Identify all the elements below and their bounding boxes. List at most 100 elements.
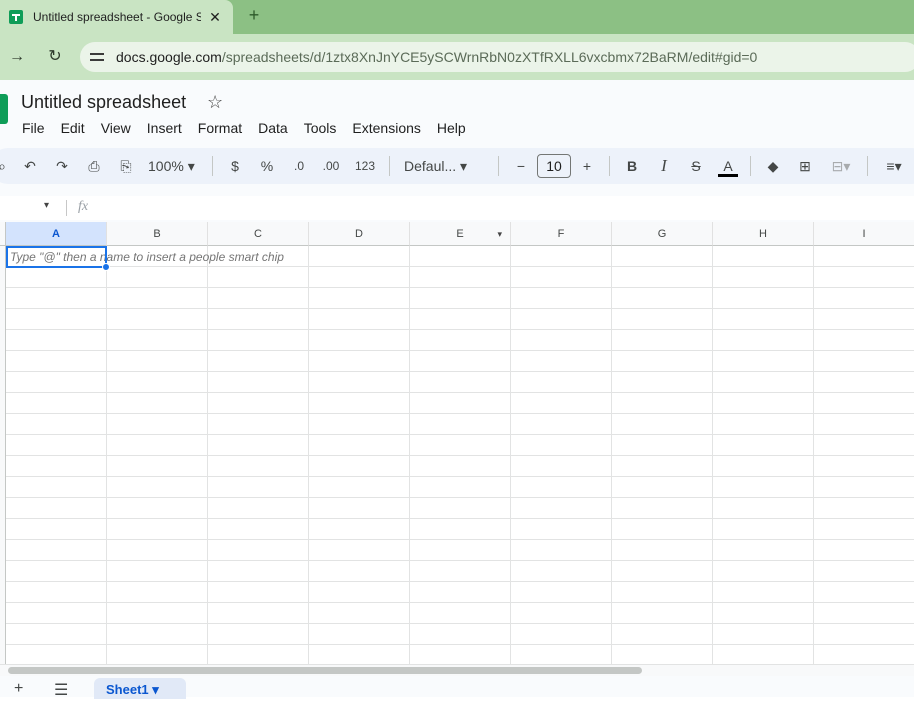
row-header[interactable] xyxy=(0,624,6,645)
toolbar-divider xyxy=(750,156,751,176)
strikethrough-button[interactable]: S xyxy=(680,152,712,180)
column-header-c[interactable]: C xyxy=(208,222,309,246)
chevron-down-icon: ▾ xyxy=(843,158,851,174)
menu-insert[interactable]: Insert xyxy=(139,118,190,138)
menu-edit[interactable]: Edit xyxy=(53,118,93,138)
star-icon[interactable]: ☆ xyxy=(207,92,223,113)
row-header[interactable] xyxy=(0,309,6,330)
column-gridline xyxy=(106,246,107,664)
row-header[interactable] xyxy=(0,288,6,309)
sheets-logo-icon[interactable] xyxy=(0,94,8,124)
column-gridline xyxy=(813,246,814,664)
browser-tab[interactable]: Untitled spreadsheet - Google S ✕ xyxy=(0,0,233,34)
column-header-b[interactable]: B xyxy=(107,222,208,246)
add-sheet-button[interactable]: + xyxy=(14,680,23,698)
tab-close-icon[interactable]: ✕ xyxy=(207,9,223,26)
fill-handle[interactable] xyxy=(102,263,110,271)
bold-button[interactable]: B xyxy=(616,152,648,180)
row-header[interactable] xyxy=(0,351,6,372)
reload-icon[interactable]: ↻ xyxy=(44,46,66,68)
text-color-button[interactable]: A xyxy=(712,152,744,180)
row-header[interactable] xyxy=(0,435,6,456)
row-header[interactable] xyxy=(0,603,6,624)
spreadsheet-grid[interactable]: A B C D E ▾ F G H I Type "@" then a name … xyxy=(0,222,914,666)
table-row xyxy=(0,267,914,288)
font-family-select[interactable]: Defaul... ▾ xyxy=(396,152,492,180)
new-tab-button[interactable]: + xyxy=(244,5,264,25)
menu-extensions[interactable]: Extensions xyxy=(344,118,428,138)
row-header[interactable] xyxy=(0,540,6,561)
column-gridline xyxy=(308,246,309,664)
decrease-font-size-button[interactable]: − xyxy=(505,152,537,180)
site-info-icon[interactable] xyxy=(88,48,106,66)
url-text[interactable]: docs.google.com/spreadsheets/d/1ztx8XnJn… xyxy=(116,49,757,65)
row-header[interactable] xyxy=(0,498,6,519)
font-family-value: Defaul... xyxy=(404,158,457,174)
search-menus-icon[interactable]: ⌕ xyxy=(0,152,14,180)
table-row xyxy=(0,498,914,519)
menu-help[interactable]: Help xyxy=(429,118,474,138)
table-row xyxy=(0,309,914,330)
column-header-h[interactable]: H xyxy=(713,222,814,246)
row-header[interactable] xyxy=(0,393,6,414)
menu-file[interactable]: File xyxy=(14,118,53,138)
formula-bar: ▾ fx xyxy=(0,196,914,220)
scrollbar-thumb[interactable] xyxy=(8,667,642,674)
document-title[interactable]: Untitled spreadsheet xyxy=(21,92,186,113)
column-header-i[interactable]: I xyxy=(814,222,914,246)
row-header[interactable] xyxy=(0,519,6,540)
menu-tools[interactable]: Tools xyxy=(296,118,345,138)
merge-cells-icon[interactable]: ⊟▾ xyxy=(821,152,861,180)
name-box-dropdown-icon[interactable]: ▾ xyxy=(44,200,49,211)
row-header[interactable] xyxy=(0,645,6,666)
row-header[interactable] xyxy=(0,372,6,393)
fill-color-icon[interactable]: ◆ xyxy=(757,152,789,180)
undo-icon[interactable]: ↶ xyxy=(14,152,46,180)
column-header-f[interactable]: F xyxy=(511,222,612,246)
column-header-d[interactable]: D xyxy=(309,222,410,246)
column-gridline xyxy=(611,246,612,664)
row-header[interactable] xyxy=(0,456,6,477)
column-header-g[interactable]: G xyxy=(612,222,713,246)
menu-format[interactable]: Format xyxy=(190,118,250,138)
more-formats-button[interactable]: 123 xyxy=(347,152,383,180)
column-gridline xyxy=(510,246,511,664)
zoom-select[interactable]: 100% ▾ xyxy=(142,152,206,180)
paint-format-icon[interactable]: ⎘ xyxy=(110,152,142,180)
percent-format-button[interactable]: % xyxy=(251,152,283,180)
horizontal-align-icon[interactable]: ≡▾ xyxy=(874,152,914,180)
menu-view[interactable]: View xyxy=(93,118,139,138)
all-sheets-icon[interactable]: ☰ xyxy=(54,680,68,700)
print-icon[interactable]: ⎙ xyxy=(78,152,110,180)
column-header-a[interactable]: A xyxy=(6,222,107,246)
row-header[interactable] xyxy=(0,330,6,351)
active-cell-a1[interactable] xyxy=(6,246,107,268)
table-row xyxy=(0,624,914,645)
row-header[interactable] xyxy=(0,267,6,288)
currency-format-button[interactable]: $ xyxy=(219,152,251,180)
chevron-down-icon[interactable]: ▾ xyxy=(152,682,159,697)
horizontal-scrollbar[interactable] xyxy=(0,664,914,676)
increase-decimal-button[interactable]: .00 xyxy=(315,152,347,180)
borders-icon[interactable]: ⊞ xyxy=(789,152,821,180)
sheet-tab-sheet1[interactable]: Sheet1 ▾ xyxy=(94,678,186,699)
decrease-decimal-button[interactable]: .0 xyxy=(283,152,315,180)
italic-button[interactable]: I xyxy=(648,152,680,180)
forward-arrow-icon[interactable]: → xyxy=(6,46,28,68)
font-size-input[interactable]: 10 xyxy=(537,154,571,178)
menu-data[interactable]: Data xyxy=(250,118,296,138)
redo-icon[interactable]: ↷ xyxy=(46,152,78,180)
fx-icon: fx xyxy=(78,199,89,214)
table-row xyxy=(0,330,914,351)
column-header-e[interactable]: E ▾ xyxy=(410,222,511,246)
row-header[interactable] xyxy=(0,561,6,582)
chevron-down-icon: ▾ xyxy=(460,158,468,174)
url-bar[interactable]: docs.google.com/spreadsheets/d/1ztx8XnJn… xyxy=(80,42,914,72)
increase-font-size-button[interactable]: + xyxy=(571,152,603,180)
row-header[interactable] xyxy=(0,477,6,498)
row-header[interactable] xyxy=(0,414,6,435)
column-menu-caret-icon[interactable]: ▾ xyxy=(497,222,502,246)
row-header[interactable] xyxy=(0,582,6,603)
table-row xyxy=(0,582,914,603)
table-row xyxy=(0,519,914,540)
